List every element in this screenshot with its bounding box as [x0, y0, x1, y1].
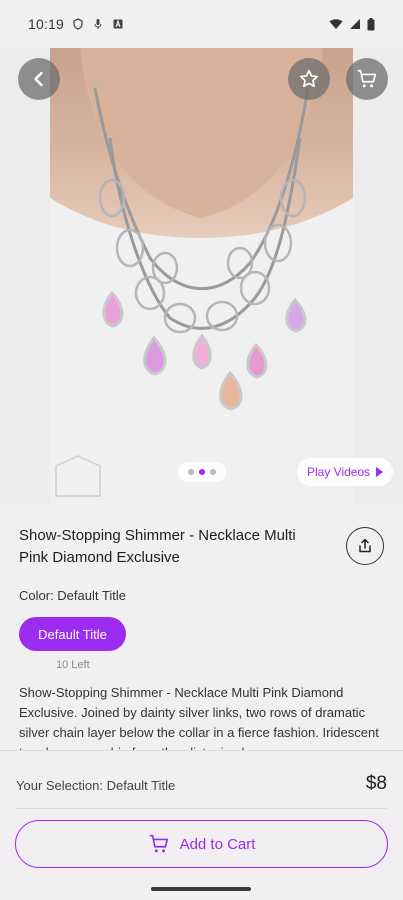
status-system-icons: [329, 17, 375, 31]
pager-dot-active[interactable]: [199, 469, 205, 475]
share-button[interactable]: [346, 527, 384, 565]
price: $8: [365, 773, 387, 794]
variant-option-chip[interactable]: Default Title: [19, 617, 126, 651]
purchase-bar: Your Selection: Default Title $8 Add to …: [0, 750, 403, 900]
font-icon: [113, 19, 123, 29]
carousel-pager[interactable]: [178, 462, 226, 482]
wifi-icon: [329, 19, 343, 29]
signal-icon: [350, 19, 360, 29]
home-indicator[interactable]: [151, 887, 251, 891]
pager-dot[interactable]: [210, 469, 216, 475]
battery-icon: [367, 17, 375, 30]
cart-icon: [357, 69, 377, 88]
play-icon: [376, 467, 384, 477]
cart-icon: [149, 834, 168, 853]
product-title: Show-Stopping Shimmer - Necklace Multi P…: [19, 527, 296, 566]
chevron-left-icon: [34, 71, 43, 87]
selection-label: Your Selection: Default Title: [16, 778, 176, 793]
stock-count: 10 Left: [56, 659, 90, 671]
favorite-button[interactable]: [288, 58, 330, 100]
share-icon: [359, 538, 371, 553]
status-bar: 10:19: [0, 0, 403, 48]
microphone-icon: [94, 19, 102, 29]
cart-button[interactable]: [346, 58, 388, 100]
play-videos-button[interactable]: Play Videos: [297, 458, 394, 486]
product-photo: [50, 48, 353, 505]
color-label: Color: Default Title: [19, 588, 126, 603]
add-to-cart-label: Add to Cart: [179, 835, 256, 853]
product-description: Show-Stopping Shimmer - Necklace Multi P…: [19, 685, 379, 753]
divider: [16, 808, 387, 809]
add-to-cart-button[interactable]: Add to Cart: [15, 820, 388, 868]
status-notification-icons: [72, 18, 124, 30]
necklace-illustration: [50, 48, 353, 505]
product-image-carousel[interactable]: Play Videos: [0, 48, 403, 505]
play-videos-label: Play Videos: [307, 465, 371, 479]
status-time: 10:19: [28, 16, 65, 32]
star-outline-icon: [299, 69, 319, 88]
shield-icon: [73, 18, 83, 30]
back-button[interactable]: [18, 58, 60, 100]
pager-dot[interactable]: [188, 469, 194, 475]
